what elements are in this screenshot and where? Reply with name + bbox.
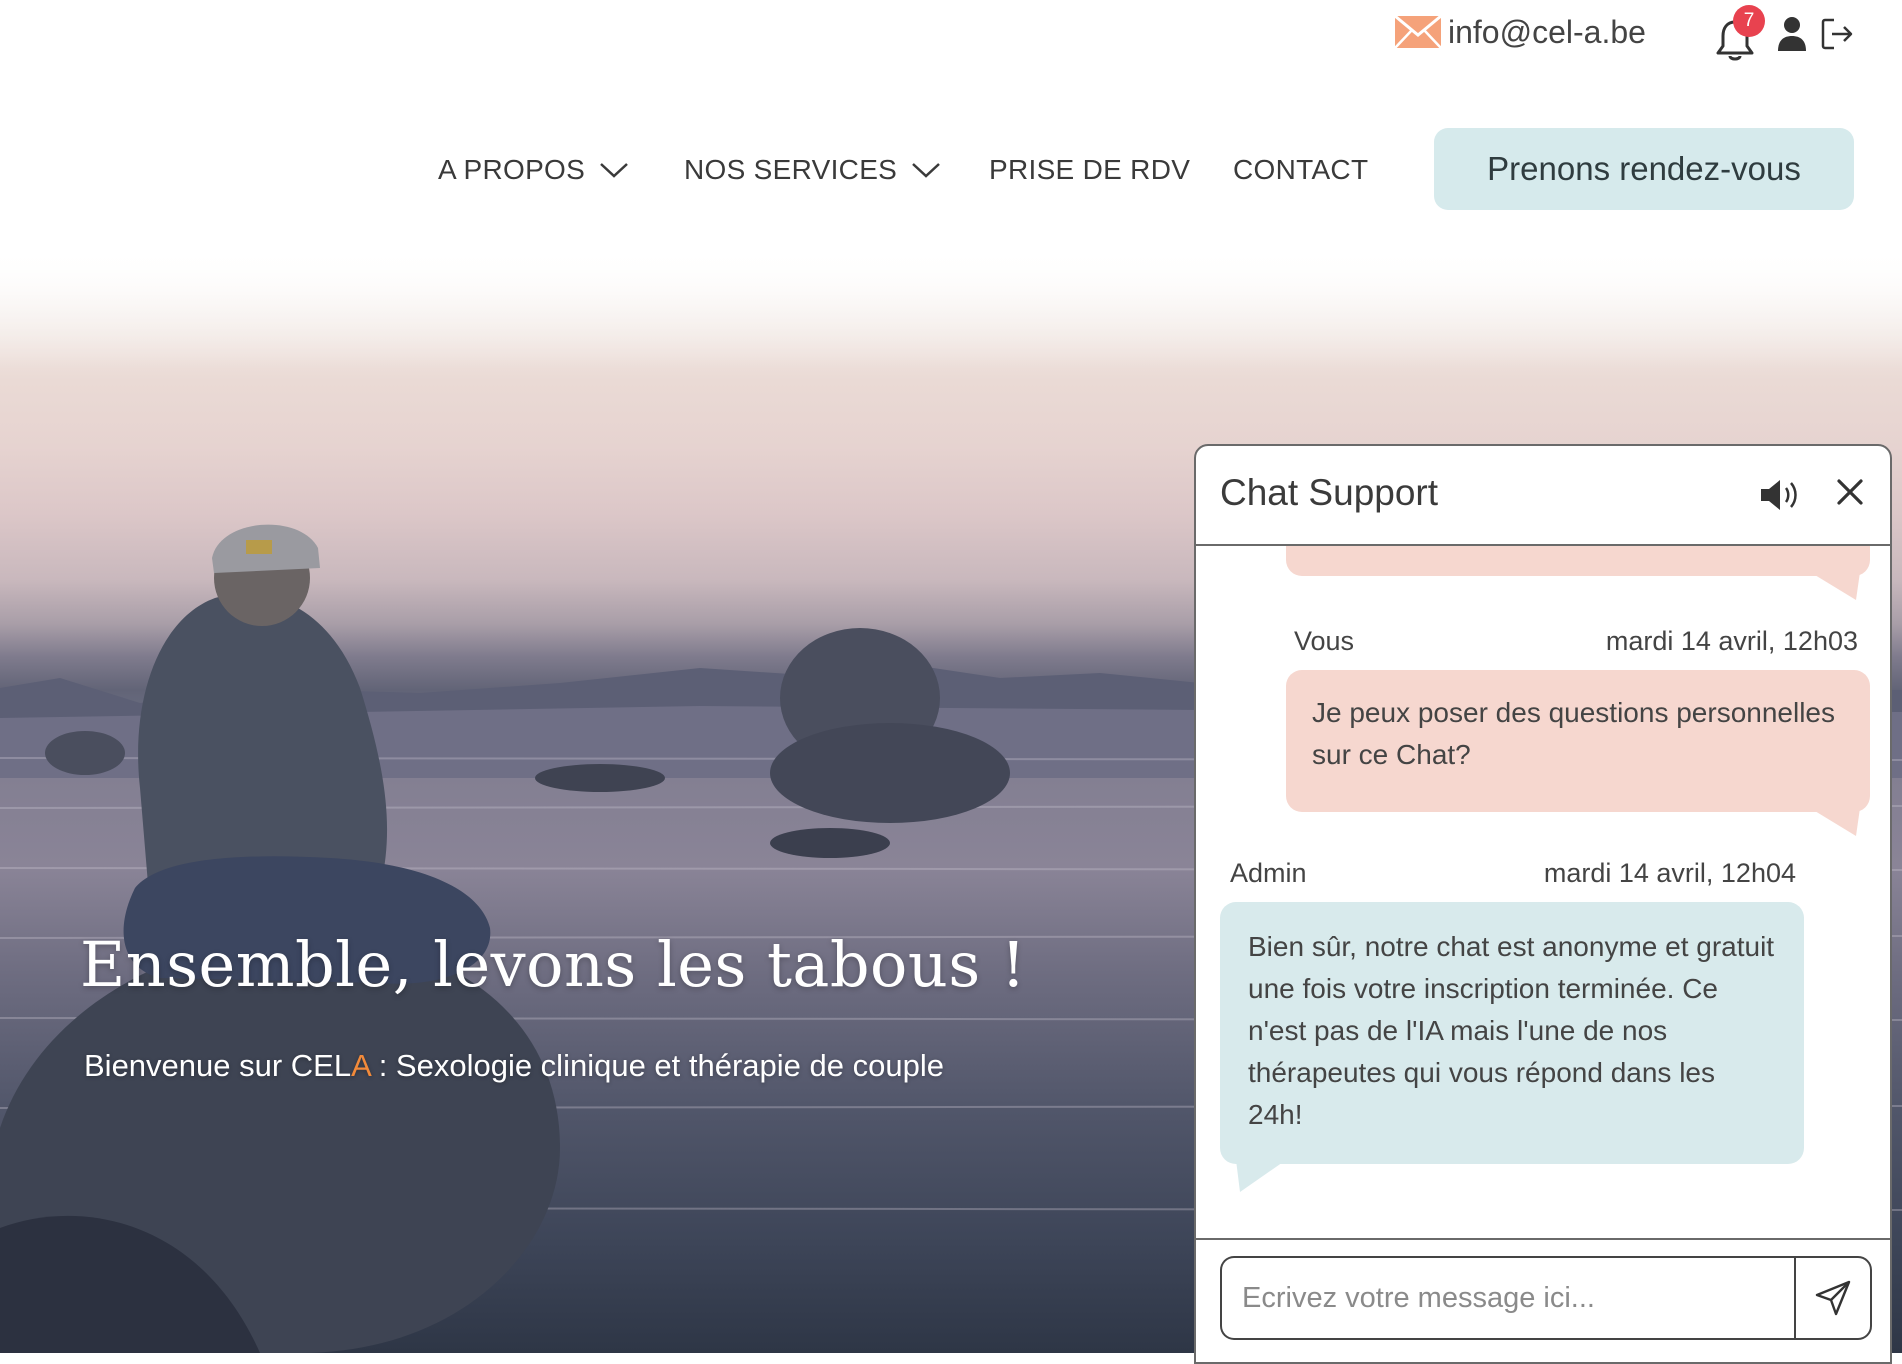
hero-subtitle-rest: : Sexologie clinique et thérapie de coup… xyxy=(370,1048,944,1083)
bubble-tail xyxy=(1810,808,1860,836)
message-bubble-admin: Bien sûr, notre chat est anonyme et grat… xyxy=(1220,902,1804,1164)
email-link[interactable]: info@cel-a.be xyxy=(1394,10,1646,54)
close-icon[interactable] xyxy=(1836,478,1864,506)
chat-composer xyxy=(1196,1238,1890,1362)
chat-widget: Chat Support Vous mardi 14 avril, 12h03 … xyxy=(1194,444,1892,1364)
send-button[interactable] xyxy=(1794,1256,1872,1340)
main-nav: A PROPOS NOS SERVICES PRISE DE RDV CONTA… xyxy=(0,128,1902,212)
message-meta: Admin mardi 14 avril, 12h04 xyxy=(1230,858,1796,889)
nav-item-label: PRISE DE RDV xyxy=(989,154,1191,185)
book-appointment-button[interactable]: Prenons rendez-vous xyxy=(1434,128,1854,210)
notification-badge: 7 xyxy=(1733,5,1765,37)
message-meta: Vous mardi 14 avril, 12h03 xyxy=(1294,626,1858,657)
message-author: Admin xyxy=(1230,858,1307,888)
message-timestamp: mardi 14 avril, 12h04 xyxy=(1543,858,1796,888)
logout-icon[interactable] xyxy=(1820,17,1854,51)
person-on-rock-image xyxy=(0,524,1010,1353)
email-text: info@cel-a.be xyxy=(1448,13,1646,50)
nav-item-prise-de-rdv[interactable]: PRISE DE RDV xyxy=(989,150,1190,190)
hero-subtitle: Bienvenue sur CELA : Sexologie clinique … xyxy=(84,1048,944,1084)
hero-subtitle-text: Bienvenue sur CEL xyxy=(84,1048,352,1083)
nav-item-contact[interactable]: CONTACT xyxy=(1233,150,1368,190)
message-bubble-user: Je peux poser des questions personnelles… xyxy=(1286,670,1870,812)
bubble-tail xyxy=(1810,572,1860,600)
nav-item-nos-services[interactable]: NOS SERVICES xyxy=(684,150,941,190)
speaker-icon[interactable] xyxy=(1758,476,1800,514)
send-icon xyxy=(1815,1280,1851,1316)
user-icon[interactable] xyxy=(1776,16,1808,52)
nav-item-label: NOS SERVICES xyxy=(684,154,898,185)
message-text: Je peux poser des questions personnelles… xyxy=(1312,697,1836,770)
chat-messages: Vous mardi 14 avril, 12h03 Je peux poser… xyxy=(1196,546,1890,1226)
chat-message-input[interactable] xyxy=(1220,1256,1795,1340)
nav-item-label: A PROPOS xyxy=(438,154,586,185)
mail-icon xyxy=(1394,15,1442,49)
hero-title: Ensemble, levons les tabous ! xyxy=(80,928,1027,1001)
chat-title: Chat Support xyxy=(1220,472,1439,513)
bubble-tail xyxy=(1236,1160,1286,1192)
message-author: Vous xyxy=(1294,626,1355,656)
message-bubble-partial xyxy=(1286,546,1870,576)
chat-header: Chat Support xyxy=(1196,446,1890,546)
nav-item-a-propos[interactable]: A PROPOS xyxy=(438,150,629,190)
hero-top-fade xyxy=(0,248,1902,368)
chevron-down-icon xyxy=(600,163,628,178)
message-timestamp: mardi 14 avril, 12h03 xyxy=(1605,626,1858,656)
top-bar: info@cel-a.be 7 xyxy=(0,0,1902,70)
chevron-down-icon xyxy=(912,163,941,178)
hero-subtitle-accent: A xyxy=(351,1048,371,1083)
message-text: Bien sûr, notre chat est anonyme et grat… xyxy=(1248,931,1775,1130)
nav-item-label: CONTACT xyxy=(1233,154,1369,185)
